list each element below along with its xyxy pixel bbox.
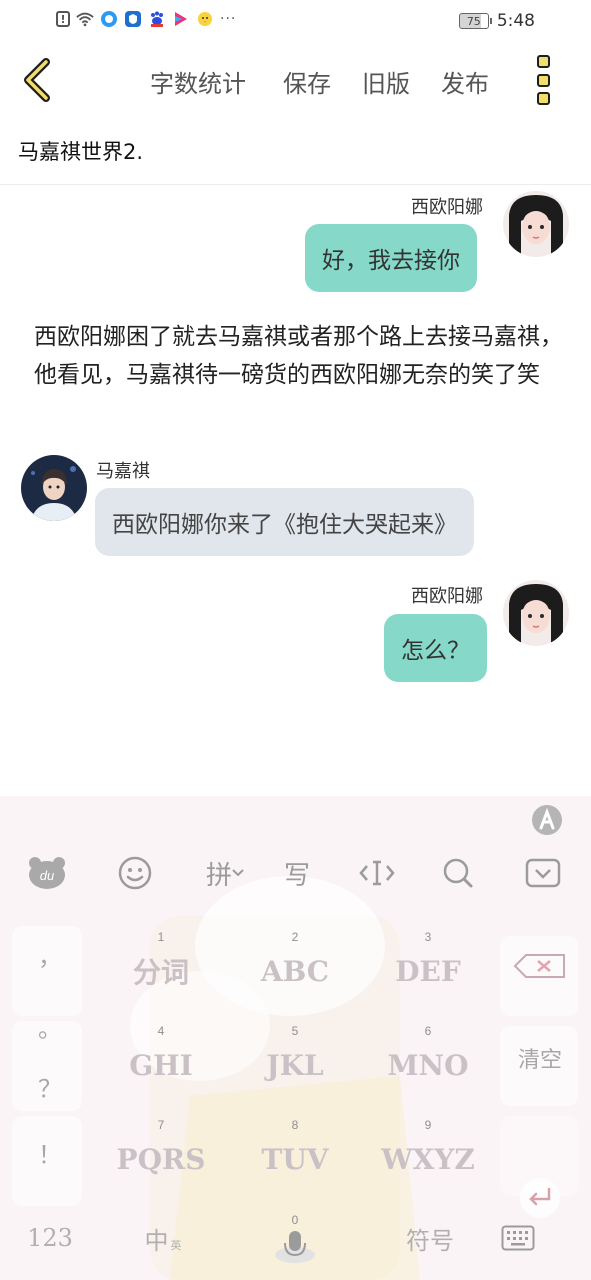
space-digit: 0: [291, 1213, 299, 1227]
key-digit: 9: [424, 1118, 432, 1132]
speaker-name: 马嘉祺: [96, 461, 150, 482]
key-label: PQRS: [116, 1142, 206, 1176]
emoji-icon[interactable]: [113, 851, 157, 895]
chick-app-icon: [196, 10, 214, 28]
divider: [0, 184, 591, 185]
du-bear-logo-icon[interactable]: du: [25, 851, 69, 895]
search-icon[interactable]: [436, 851, 480, 895]
publish-button[interactable]: 发布: [441, 64, 489, 99]
text-cursor-icon[interactable]: [355, 851, 399, 895]
ime-keyboard: du 拼 写 ， 。 ？ ！ 1 分词 2 ABC 3 DEF 4 GHI 5 JKL 6…: [0, 796, 591, 1280]
key-9-wxyz[interactable]: 9 WXYZ: [365, 1112, 491, 1196]
handwriting-icon[interactable]: 写: [275, 851, 319, 895]
backspace-icon[interactable]: [502, 924, 578, 1008]
message-bubble[interactable]: 好，我去接你: [305, 224, 477, 292]
speaker-name: 西欧阳娜: [411, 197, 483, 218]
punctuation-exclamation-key[interactable]: ！: [14, 1112, 86, 1192]
key-digit: 5: [291, 1024, 299, 1038]
keyboard-icon[interactable]: [496, 1208, 540, 1268]
alert-icon: !: [56, 11, 70, 27]
video-app-icon: [172, 10, 190, 28]
key-6-mno[interactable]: 6 MNO: [365, 1018, 491, 1102]
numbers-key[interactable]: 123: [14, 1208, 86, 1268]
key-7-pqrs[interactable]: 7 PQRS: [98, 1112, 224, 1196]
back-button[interactable]: [18, 54, 58, 106]
wifi-icon: [76, 10, 94, 28]
space-key[interactable]: 0: [232, 1208, 358, 1268]
zh-en-switch-key[interactable]: 中 英: [118, 1208, 208, 1268]
key-label: JKL: [266, 1048, 324, 1082]
save-button[interactable]: 保存: [283, 64, 331, 99]
more-vertical-icon[interactable]: [526, 52, 560, 108]
more-notifications-icon: ···: [220, 11, 237, 27]
more-dot: [536, 55, 550, 68]
battery-icon: 75: [458, 13, 492, 29]
key-1-segment[interactable]: 1 分词: [98, 924, 224, 1008]
en-sub-label: 英: [170, 1239, 182, 1252]
message-bubble[interactable]: 西欧阳娜你来了《抱住大哭起来》: [95, 488, 474, 556]
hide-keyboard-icon[interactable]: [521, 851, 565, 895]
document-title[interactable]: 马嘉祺世界2.: [18, 136, 143, 166]
key-label: DEF: [395, 954, 461, 988]
speaker-name: 西欧阳娜: [411, 586, 483, 607]
punctuation-comma-key[interactable]: ，: [14, 914, 86, 994]
key-digit: 2: [291, 930, 299, 944]
app-bar: 字数统计 保存 旧版 发布: [0, 48, 591, 112]
key-label: GHI: [129, 1048, 193, 1082]
avatar[interactable]: [503, 580, 569, 646]
key-label: ABC: [260, 954, 330, 988]
more-dot: [536, 92, 550, 105]
key-label: MNO: [387, 1048, 469, 1082]
baidu-paw-icon: [148, 10, 166, 28]
pinyin-label: 拼: [205, 860, 232, 891]
handwrite-label: 写: [283, 860, 310, 891]
status-icons: ! ···: [56, 10, 236, 28]
key-digit: 3: [424, 930, 432, 944]
key-digit: 1: [157, 930, 165, 944]
du-logo-text: du: [40, 868, 54, 883]
key-label: TUV: [261, 1142, 329, 1176]
key-digit: 8: [291, 1118, 299, 1132]
key-2-abc[interactable]: 2 ABC: [232, 924, 358, 1008]
clock: 5:48: [496, 11, 535, 31]
key-digit: 6: [424, 1024, 432, 1038]
symbols-key[interactable]: 符号: [390, 1208, 470, 1268]
zh-label: 中: [144, 1226, 169, 1255]
avatar[interactable]: [503, 191, 569, 257]
app-notification-icon: [100, 10, 118, 28]
key-8-tuv[interactable]: 8 TUV: [232, 1112, 358, 1196]
status-right: 75 5:48: [458, 11, 535, 31]
shield-app-icon: [124, 10, 142, 28]
key-label: WXYZ: [381, 1142, 475, 1176]
pinyin-dropdown-icon[interactable]: 拼: [198, 851, 252, 895]
key-digit: 4: [157, 1024, 165, 1038]
key-digit: 7: [157, 1118, 165, 1132]
microphone-icon: [275, 1231, 315, 1263]
ai-assistant-icon[interactable]: [525, 798, 569, 842]
clear-button[interactable]: 清空: [502, 1016, 578, 1100]
key-4-ghi[interactable]: 4 GHI: [98, 1018, 224, 1102]
key-label: 分词: [132, 956, 189, 989]
status-bar: ! ··· 75 5:48: [0, 0, 591, 44]
key-3-def[interactable]: 3 DEF: [365, 924, 491, 1008]
avatar[interactable]: [21, 455, 87, 521]
old-version-button[interactable]: 旧版: [362, 64, 410, 99]
message-bubble[interactable]: 怎么？: [384, 614, 487, 682]
chevron-left-icon: [24, 58, 50, 102]
key-5-jkl[interactable]: 5 JKL: [232, 1018, 358, 1102]
narration-text[interactable]: 西欧阳娜困了就去马嘉祺或者那个路上去接马嘉祺，他看见，马嘉祺待一磅货的西欧阳娜无…: [34, 318, 564, 394]
word-count-button[interactable]: 字数统计: [150, 64, 246, 99]
more-dot: [536, 73, 550, 87]
